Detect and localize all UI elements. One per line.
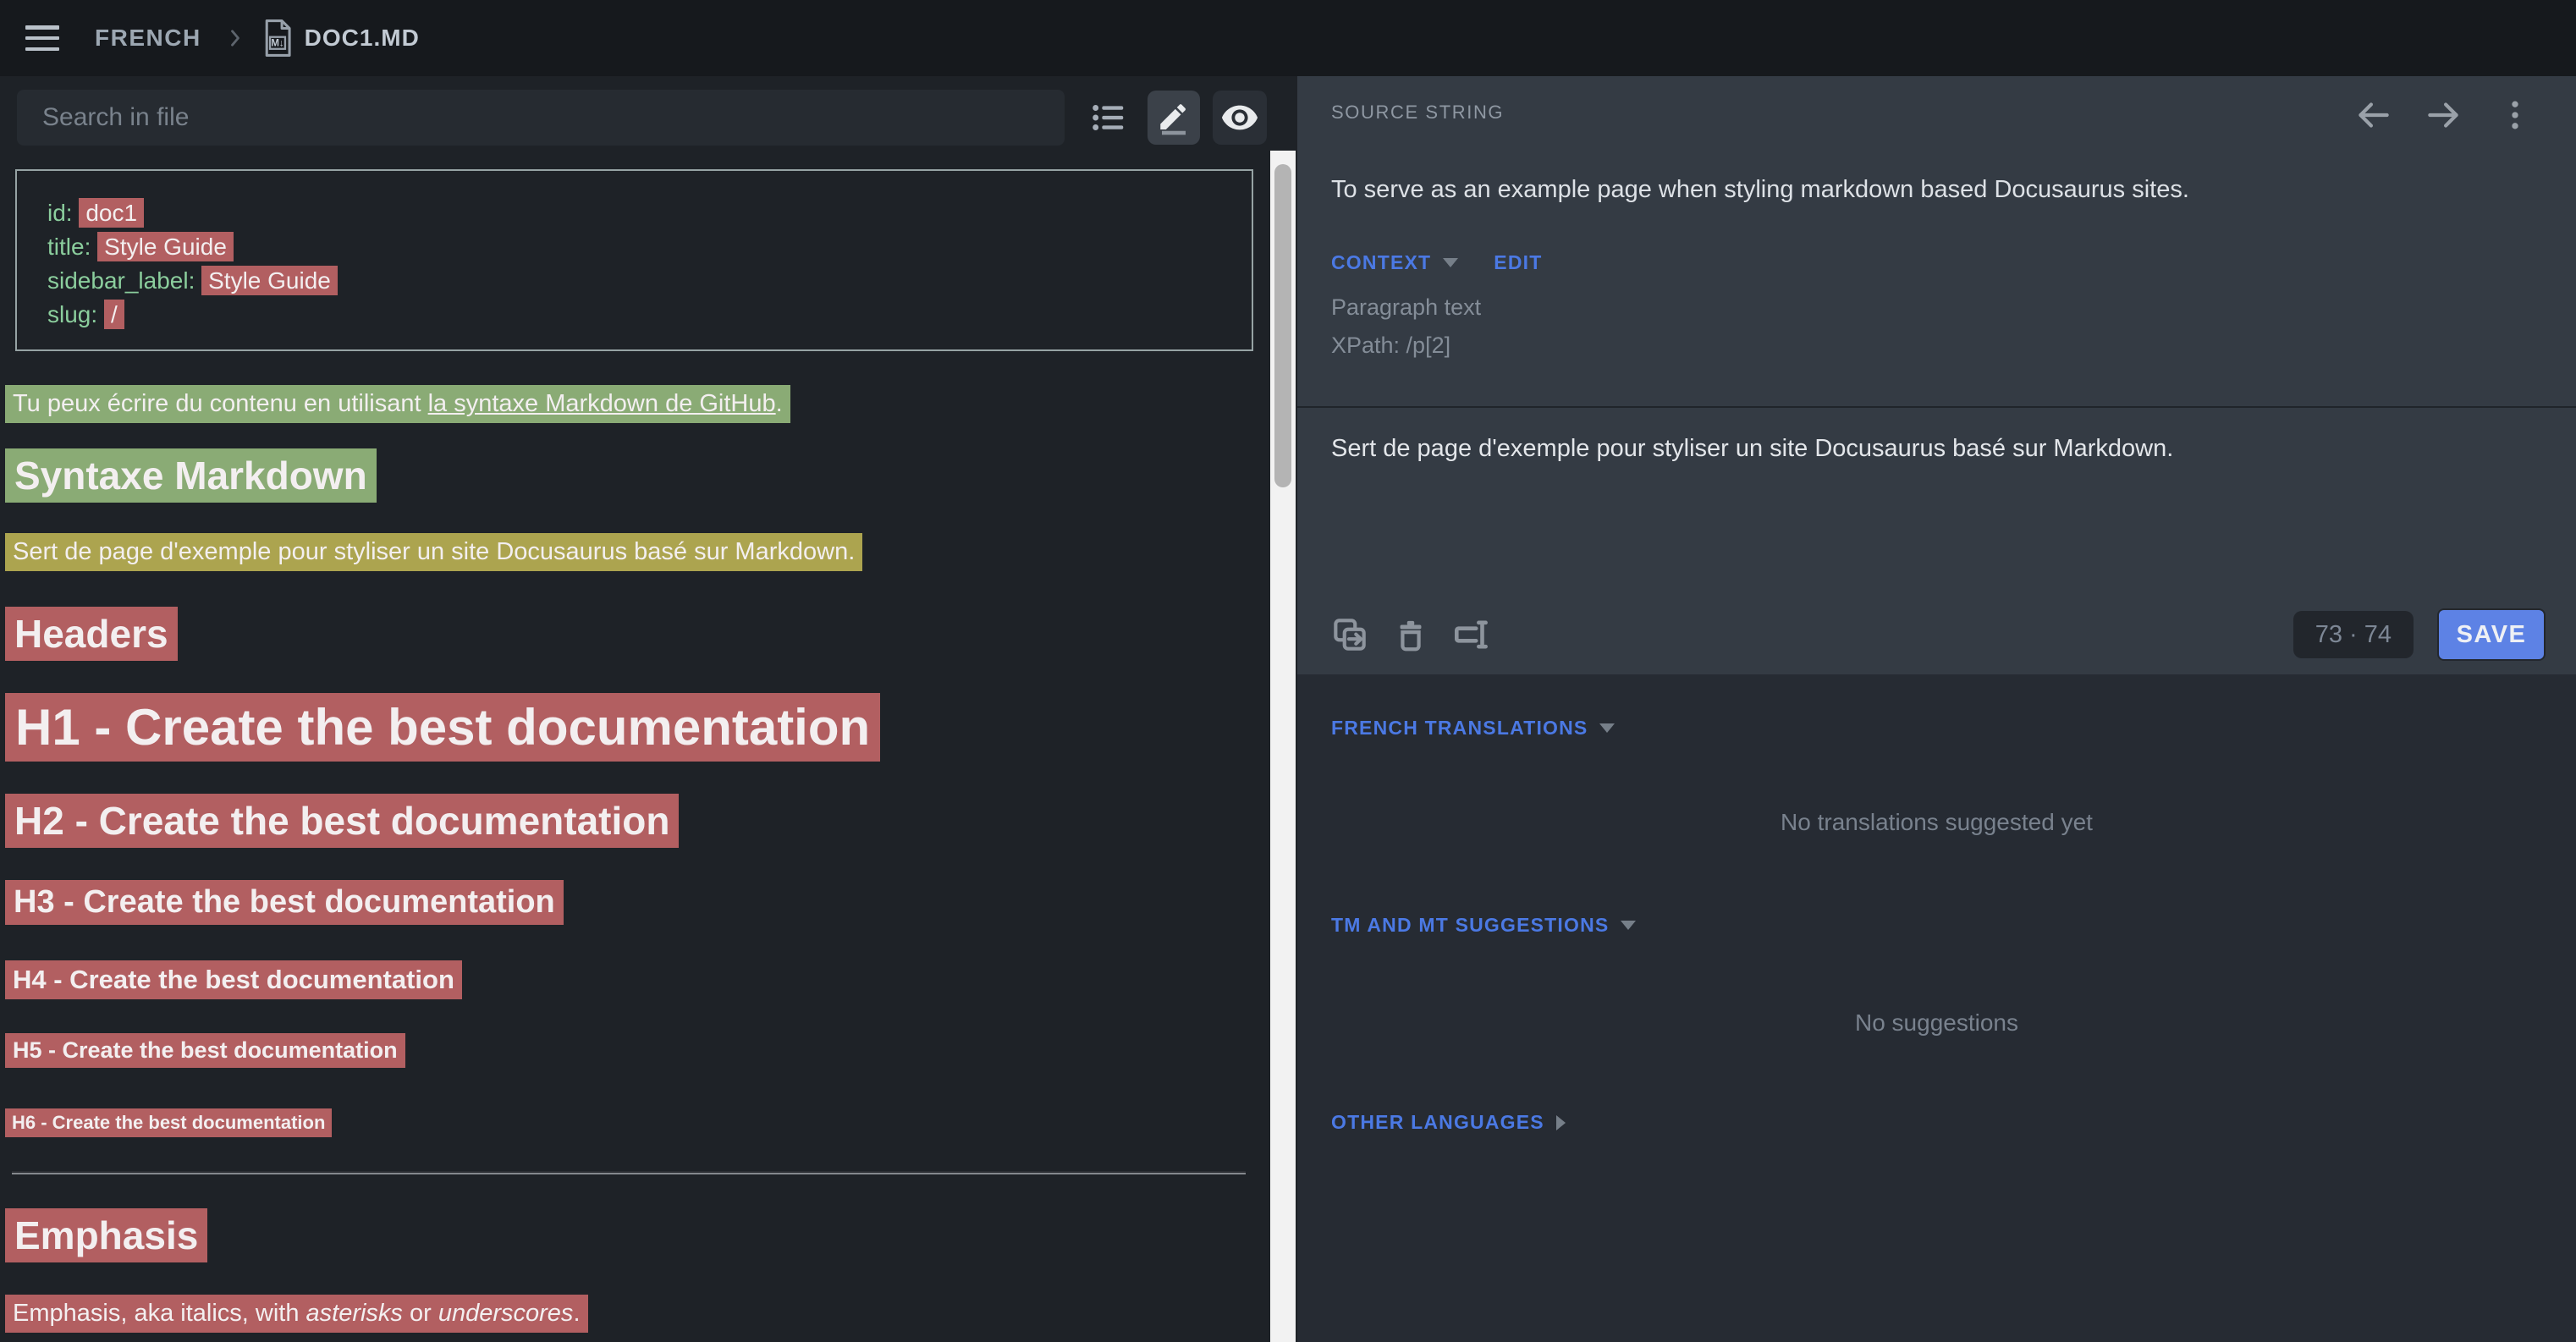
chevron-right-icon	[1556, 1115, 1566, 1130]
translatable-string[interactable]: Style Guide	[97, 232, 234, 261]
paragraph-intro: Tu peux écrire du contenu en utilisant l…	[5, 385, 1270, 423]
translatable-string[interactable]: Style Guide	[201, 266, 338, 295]
heading-h3: H3 - Create the best documentation	[5, 880, 1270, 925]
tm-mt-suggestions-label[interactable]: TM AND MT SUGGESTIONS	[1331, 914, 1609, 937]
frontmatter-line: title: Style Guide	[47, 230, 1235, 264]
translation-input[interactable]: Sert de page d'exemple pour styliser un …	[1297, 408, 2576, 463]
context-type: Paragraph text	[1331, 294, 2539, 321]
translations-empty-state: No translations suggested yet	[1331, 809, 2542, 836]
chevron-right-icon	[223, 26, 247, 50]
source-string-card: SOURCE STRING To serve as an example pag…	[1297, 76, 2576, 406]
editor-scrollbar[interactable]	[1270, 151, 1296, 1342]
markdown-file-icon: M↓	[262, 19, 293, 58]
paragraph-selected: Sert de page d'exemple pour styliser un …	[5, 533, 1270, 571]
chevron-down-icon	[1621, 921, 1636, 930]
suggestions-area: FRENCH TRANSLATIONS No translations sugg…	[1297, 674, 2576, 1134]
untranslated-string[interactable]: H4 - Create the best documentation	[5, 960, 462, 999]
untranslated-string[interactable]: H1 - Create the best documentation	[5, 693, 880, 762]
heading-h2: H2 - Create the best documentation	[5, 794, 1270, 848]
tm-mt-suggestions-section[interactable]: TM AND MT SUGGESTIONS	[1331, 914, 2542, 937]
other-languages-section[interactable]: OTHER LANGUAGES	[1331, 1111, 2542, 1134]
untranslated-string[interactable]: Headers	[5, 607, 178, 661]
suggestions-empty-state: No suggestions	[1331, 1009, 2542, 1037]
editor-toolbar	[17, 90, 1270, 146]
translated-string[interactable]: Tu peux écrire du contenu en utilisant l…	[5, 385, 790, 423]
edit-context-button[interactable]: EDIT	[1494, 251, 1542, 274]
untranslated-string[interactable]: Emphasis, aka italics, with asterisks or…	[5, 1295, 588, 1333]
preview-mode-button[interactable]	[1213, 91, 1267, 145]
breadcrumb-file: DOC1.MD	[305, 25, 420, 52]
app-window: FRENCH M↓ DOC1.MD	[0, 0, 2576, 1342]
frontmatter-block: id: doc1 title: Style Guide sidebar_labe…	[15, 169, 1253, 351]
markdown-document: id: doc1 title: Style Guide sidebar_labe…	[0, 169, 1270, 1342]
svg-text:M↓: M↓	[271, 39, 283, 49]
breadcrumb-project[interactable]: FRENCH	[95, 25, 201, 52]
heading-h5: H5 - Create the best documentation	[5, 1033, 1270, 1068]
frontmatter-line: slug: /	[47, 298, 1235, 332]
untranslated-string[interactable]: Emphasis	[5, 1208, 207, 1262]
chevron-down-icon	[1443, 258, 1458, 267]
previous-string-icon[interactable]	[2349, 91, 2397, 139]
more-options-icon[interactable]	[2491, 91, 2539, 139]
horizontal-rule	[12, 1171, 1246, 1174]
chevron-down-icon	[1599, 723, 1615, 733]
paragraph-emphasis-italic: Emphasis, aka italics, with asterisks or…	[5, 1295, 1270, 1333]
heading-h6: H6 - Create the best documentation	[5, 1108, 1270, 1137]
translation-panel: SOURCE STRING To serve as an example pag…	[1297, 76, 2576, 1342]
context-toggle[interactable]: CONTEXT	[1331, 251, 1431, 274]
translatable-string[interactable]: doc1	[79, 198, 144, 228]
translation-toolbar: 73 · 74 SAVE	[1297, 608, 2576, 661]
heading-h1: H1 - Create the best documentation	[5, 693, 1270, 762]
context-row: CONTEXT EDIT	[1331, 251, 2539, 274]
document-editor-pane: id: doc1 title: Style Guide sidebar_labe…	[0, 76, 1270, 1342]
delete-translation-icon[interactable]	[1387, 611, 1434, 658]
insert-placeholder-icon[interactable]	[1448, 611, 1495, 658]
heading-h4: H4 - Create the best documentation	[5, 960, 1270, 999]
save-button[interactable]: SAVE	[2437, 608, 2546, 661]
frontmatter-line: id: doc1	[47, 196, 1235, 230]
github-markdown-link[interactable]: la syntaxe Markdown de GitHub	[428, 390, 776, 417]
frontmatter-line: sidebar_label: Style Guide	[47, 264, 1235, 298]
string-navigation	[2349, 91, 2539, 139]
insert-source-text-icon[interactable]	[1326, 611, 1373, 658]
untranslated-string[interactable]: H2 - Create the best documentation	[5, 794, 679, 848]
edit-mode-button[interactable]	[1148, 91, 1200, 145]
translatable-string[interactable]: /	[104, 300, 124, 329]
untranslated-string[interactable]: H3 - Create the best documentation	[5, 880, 564, 925]
untranslated-string[interactable]: H5 - Create the best documentation	[5, 1033, 405, 1068]
heading-emphasis: Emphasis	[5, 1208, 1270, 1262]
translation-editor-card: Sert de page d'exemple pour styliser un …	[1297, 406, 2576, 674]
translated-string[interactable]: Syntaxe Markdown	[5, 448, 377, 503]
french-translations-label[interactable]: FRENCH TRANSLATIONS	[1331, 717, 1588, 740]
scrollbar-thumb[interactable]	[1274, 164, 1291, 487]
selected-string[interactable]: Sert de page d'exemple pour styliser un …	[5, 533, 862, 571]
topbar: FRENCH M↓ DOC1.MD	[0, 0, 2576, 76]
french-translations-section[interactable]: FRENCH TRANSLATIONS	[1331, 717, 2542, 740]
search-input[interactable]	[17, 90, 1065, 146]
string-list-icon[interactable]	[1087, 96, 1131, 140]
context-xpath: XPath: /p[2]	[1331, 333, 2539, 359]
menu-icon[interactable]	[25, 25, 59, 51]
source-string-text: To serve as an example page when styling…	[1331, 176, 2539, 204]
other-languages-label[interactable]: OTHER LANGUAGES	[1331, 1111, 1544, 1134]
untranslated-string[interactable]: H6 - Create the best documentation	[5, 1108, 332, 1137]
character-count-badge: 73 · 74	[2293, 611, 2414, 658]
next-string-icon[interactable]	[2420, 91, 2468, 139]
heading-syntaxe-markdown: Syntaxe Markdown	[5, 448, 1270, 503]
heading-headers: Headers	[5, 607, 1270, 661]
